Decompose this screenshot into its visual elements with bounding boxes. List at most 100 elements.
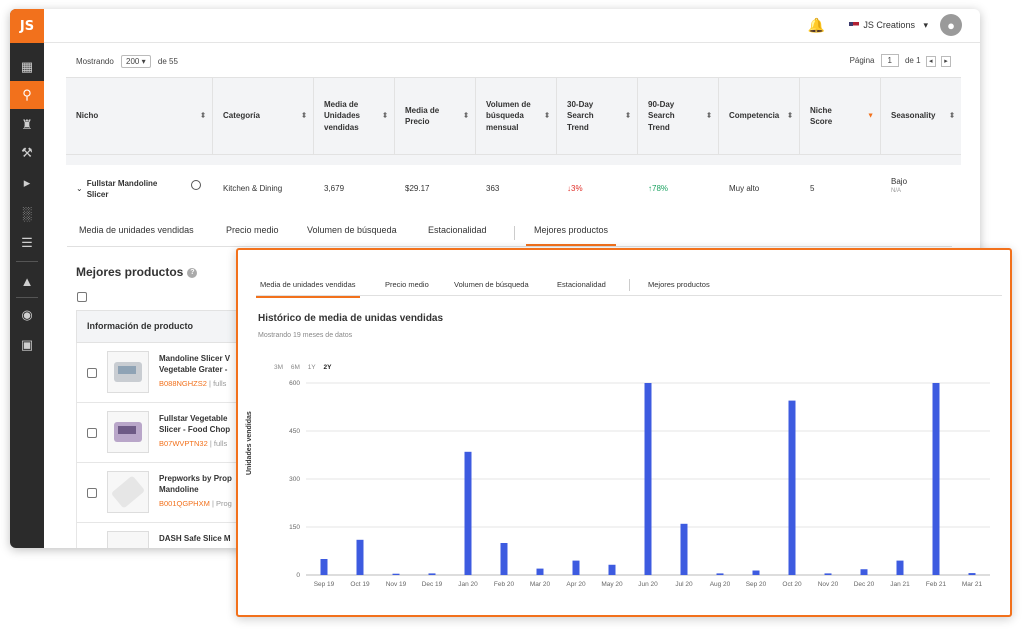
col-trend90[interactable]: 90-Day Search Trend ⇕ <box>638 78 719 154</box>
best-products-title: Mejores productos? <box>76 265 198 279</box>
x-tick-label: Sep 19 <box>314 581 335 588</box>
tab-divider <box>514 226 515 240</box>
select-all-checkbox[interactable] <box>77 292 87 302</box>
bar[interactable] <box>572 560 580 575</box>
megaphone-icon[interactable]: ▸ <box>10 169 44 197</box>
bar[interactable] <box>680 523 688 575</box>
col-seasonality[interactable]: Seasonality ⇕ <box>881 78 961 154</box>
avatar[interactable]: ● <box>940 14 962 36</box>
col-trend30[interactable]: 30-Day Search Trend ⇕ <box>557 78 638 154</box>
tab-price[interactable]: Precio medio <box>226 225 279 235</box>
bar[interactable] <box>896 560 904 575</box>
col-price[interactable]: Media de Precio ⇕ <box>395 78 476 154</box>
x-tick-label: Aug 20 <box>710 581 731 588</box>
user-circle-icon[interactable] <box>191 180 201 190</box>
sidebar-divider <box>16 297 38 298</box>
y-tick-label: 300 <box>289 476 300 483</box>
store-selector[interactable]: JS Creations ▾ <box>849 20 928 31</box>
bar[interactable] <box>860 569 868 575</box>
x-tick-label: Jul 20 <box>675 581 693 588</box>
bar[interactable] <box>464 451 472 575</box>
product-image <box>107 351 149 393</box>
row-checkbox[interactable] <box>87 428 97 438</box>
x-tick-label: Nov 20 <box>818 581 839 588</box>
graduation-icon[interactable]: ☰ <box>10 229 44 257</box>
x-tick-label: Jan 21 <box>890 581 910 588</box>
page-input[interactable]: 1 <box>880 54 899 67</box>
chevron-down-icon: ▾ <box>923 20 928 30</box>
bar-chart-icon[interactable]: ░ <box>10 199 44 227</box>
product-asin[interactable]: B088NGHZS2 | fulls <box>159 379 226 388</box>
top-bar: 🔔 JS Creations ▾ ● <box>44 9 980 43</box>
bar[interactable] <box>536 568 544 575</box>
store-name: JS Creations <box>863 20 915 30</box>
showing-total: de 55 <box>157 57 178 66</box>
bar[interactable] <box>788 400 796 575</box>
bar[interactable] <box>500 543 508 575</box>
x-tick-label: Sep 20 <box>746 581 767 588</box>
tab-units[interactable]: Media de unidades vendidas <box>79 225 194 235</box>
bar[interactable] <box>428 573 436 575</box>
col-niche-score[interactable]: Niche Score ▼ <box>800 78 881 154</box>
sidebar-divider <box>16 261 38 262</box>
y-tick-label: 150 <box>289 524 300 531</box>
x-tick-label: May 20 <box>601 581 623 588</box>
prev-page-button[interactable]: ◂ <box>925 56 936 67</box>
castle-icon[interactable]: ♜ <box>10 111 44 139</box>
table-row[interactable]: ⌄ Fullstar Mandoline Slicer Kitchen & Di… <box>66 165 961 213</box>
school-icon[interactable]: ▲ <box>10 267 44 295</box>
us-flag-icon <box>849 22 860 30</box>
col-competencia[interactable]: Competencia ⇕ <box>719 78 800 154</box>
x-tick-label: Mar 20 <box>530 581 551 588</box>
per-page-select[interactable]: 200 ▾ <box>121 55 151 68</box>
gift-icon[interactable]: ▦ <box>10 53 44 81</box>
bar[interactable] <box>716 573 724 575</box>
bar[interactable] <box>752 570 760 575</box>
bar[interactable] <box>644 383 652 575</box>
chrome-icon[interactable]: ◉ <box>10 301 44 329</box>
pager-row: Mostrando 200 ▾ de 55 Página 1 de 1 ◂ ▸ <box>66 43 961 77</box>
col-categoria[interactable]: Categoría ⇕ <box>213 78 314 154</box>
cell-units: 3,679 <box>324 184 345 193</box>
x-tick-label: Dec 19 <box>422 581 443 588</box>
x-tick-label: Feb 21 <box>926 581 947 588</box>
col-units[interactable]: Media de Unidades vendidas ⇕ <box>314 78 395 154</box>
search-icon[interactable]: ⚲ <box>10 81 44 109</box>
bar[interactable] <box>320 559 328 575</box>
tab-volume[interactable]: Volumen de búsqueda <box>307 225 397 235</box>
bar[interactable] <box>824 573 832 575</box>
showing-label: Mostrando <box>76 57 114 66</box>
bar[interactable] <box>932 383 940 575</box>
bar[interactable] <box>392 573 400 575</box>
bar[interactable] <box>968 573 976 575</box>
x-tick-label: Feb 20 <box>494 581 515 588</box>
product-asin[interactable]: B001QGPHXM | Prog <box>159 499 232 508</box>
page-total: de 1 <box>904 56 921 65</box>
bell-icon[interactable]: 🔔 <box>808 17 825 34</box>
next-page-button[interactable]: ▸ <box>941 56 951 67</box>
table-header: Nicho ⇕ Categoría ⇕ Media de Unidades vend… <box>66 77 961 155</box>
row-checkbox[interactable] <box>87 368 97 378</box>
help-icon[interactable]: ? <box>187 267 198 278</box>
cell-score: 5 <box>810 184 815 193</box>
chevron-down-icon[interactable]: ⌄ <box>76 184 83 193</box>
tab-seasonality[interactable]: Estacionalidad <box>428 225 487 235</box>
cell-competition: Muy alto <box>729 184 760 193</box>
hammer-icon[interactable]: ⚒ <box>10 139 44 167</box>
js-logo[interactable]: JS <box>10 9 44 43</box>
x-tick-label: Mar 21 <box>962 581 983 588</box>
product-asin[interactable]: B07WVPTN32 | fulls <box>159 439 227 448</box>
chart-card: Media de unidades vendidas Precio medio … <box>236 248 1012 617</box>
x-tick-label: Nov 19 <box>386 581 407 588</box>
tab-best-products[interactable]: Mejores productos <box>525 225 617 246</box>
bar[interactable] <box>608 564 616 575</box>
cart-icon[interactable]: ▣ <box>10 331 44 359</box>
x-tick-label: Oct 20 <box>782 581 802 588</box>
y-tick-label: 600 <box>289 380 300 387</box>
bar[interactable] <box>356 539 364 575</box>
col-volume[interactable]: Volumen de búsqueda mensual ⇕ <box>476 78 557 154</box>
row-checkbox[interactable] <box>87 488 97 498</box>
cell-trend30: ↓ 3% <box>567 184 583 193</box>
product-image <box>107 411 149 453</box>
col-nicho[interactable]: Nicho ⇕ <box>66 78 213 154</box>
